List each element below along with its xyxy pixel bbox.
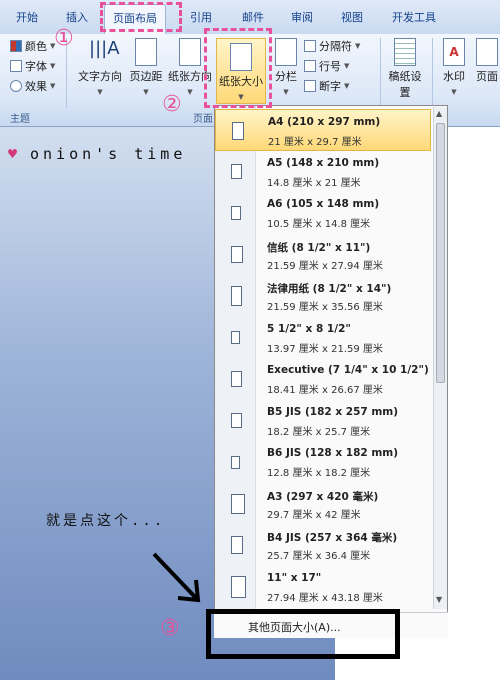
page-size-icon [231,536,243,554]
paper-size-name: 信纸 (8 1/2" x 11") [267,241,371,254]
page-size-icon [231,371,242,387]
effects-icon [10,80,22,92]
highlight-size-button [204,28,272,108]
paper-size-name: 5 1/2" x 8 1/2" [267,322,351,335]
page-size-icon [231,246,243,263]
step-two-mark: ② [162,92,182,117]
paper-size-name: A4 (210 x 297 mm) [268,116,381,128]
orientation-icon [179,38,201,66]
paper-size-name: B6 JIS (128 x 182 mm) [267,447,399,459]
paper-size-name: B5 JIS (182 x 257 mm) [267,405,399,418]
line-numbers-icon [304,60,316,72]
paper-size-dimensions: 13.97 厘米 x 21.59 厘米 [267,343,383,355]
hyphenation-button[interactable]: 断字 ▼ [304,78,349,94]
text-direction-button[interactable]: |||A 文字方向 ▼ [76,38,124,97]
margins-button[interactable]: 页边距 ▼ [128,38,164,97]
colors-icon [10,40,22,52]
text-direction-icon: |||A [89,38,120,59]
tab-insert[interactable]: 插入 [66,9,88,25]
arrow-icon [152,552,201,603]
tab-view[interactable]: 视图 [341,9,363,25]
paper-size-item[interactable]: A6 (105 x 148 mm) 10.5 厘米 x 14.8 厘米 [215,192,431,234]
paper-size-item[interactable]: 11" x 17" 27.94 厘米 x 43.18 厘米 [215,566,431,608]
hyphenation-icon [304,80,316,92]
breaks-button[interactable]: 分隔符 ▼ [304,38,360,54]
line-numbers-button[interactable]: 行号 ▼ [304,58,349,74]
theme-colors-button[interactable]: 颜色 ▼ [10,38,55,54]
tab-references[interactable]: 引用 [190,9,212,25]
paper-size-item[interactable]: B6 JIS (128 x 182 mm) 12.8 厘米 x 18.2 厘米 [215,441,431,483]
paper-size-dimensions: 12.8 厘米 x 18.2 厘米 [267,468,371,479]
paper-size-name: Executive (7 1/4" x 10 1/2") [267,364,429,376]
page-color-button[interactable]: 页面 [474,38,500,84]
manuscript-settings-button[interactable]: 稿纸设置 [388,38,422,100]
page-size-icon [232,122,244,140]
paper-size-dimensions: 18.2 厘米 x 25.7 厘米 [267,426,371,438]
theme-group-label: 主题 [10,114,30,125]
watermark-button[interactable]: A 水印 ▼ [440,38,468,97]
paper-size-dimensions: 10.5 厘米 x 14.8 厘米 [267,219,371,230]
paper-size-dimensions: 25.7 厘米 x 36.4 厘米 [267,551,371,562]
paper-size-dimensions: 21.59 厘米 x 27.94 厘米 [267,260,383,272]
highlight-tab [100,2,182,32]
paper-size-dimensions: 14.8 厘米 x 21 厘米 [267,177,361,189]
paper-size-item[interactable]: B5 JIS (182 x 257 mm) 18.2 厘米 x 25.7 厘米 [215,400,431,442]
paper-size-name: A3 (297 x 420 毫米) [267,490,379,503]
page-size-icon [231,286,242,306]
paper-size-item[interactable]: A4 (210 x 297 mm) 21 厘米 x 29.7 厘米 [215,109,431,151]
paper-size-name: A6 (105 x 148 mm) [267,198,380,210]
page-size-icon [231,164,242,179]
page-setup-group-label: 页面 [193,114,213,125]
paper-size-item[interactable]: 5 1/2" x 8 1/2" 13.97 厘米 x 21.59 厘米 [215,317,431,359]
hint-text: 就是点这个... [46,513,166,529]
page-size-icon [231,493,245,514]
paper-size-dimensions: 21.59 厘米 x 35.56 厘米 [267,302,383,313]
paper-size-name: 法律用纸 (8 1/2" x 14") [267,283,392,295]
page-color-icon [476,38,498,66]
page-size-icon [231,575,246,598]
paper-size-item[interactable]: Executive (7 1/4" x 10 1/2") 18.41 厘米 x 2… [215,358,431,400]
paper-size-dimensions: 29.7 厘米 x 42 厘米 [267,509,361,521]
paper-size-item[interactable]: A3 (297 x 420 毫米) 29.7 厘米 x 42 厘米 [215,483,431,525]
page-size-icon [231,413,242,428]
menu-scrollbar[interactable]: ▲ ▼ [433,107,447,609]
tab-review[interactable]: 审阅 [291,9,313,25]
columns-icon [275,38,297,66]
margins-icon [135,38,157,66]
paper-size-name: A5 (148 x 210 mm) [267,156,380,169]
paper-size-item[interactable]: A5 (148 x 210 mm) 14.8 厘米 x 21 厘米 [215,151,431,193]
paper-size-item[interactable]: 信纸 (8 1/2" x 11") 21.59 厘米 x 27.94 厘米 [215,234,431,276]
brand-text: onion's time [30,145,187,163]
paper-size-dimensions: 18.41 厘米 x 26.67 厘米 [267,385,383,396]
theme-fonts-button[interactable]: 字体 ▼ [10,58,55,74]
scroll-up-icon[interactable]: ▲ [436,109,442,118]
paper-size-name: B4 JIS (257 x 364 毫米) [267,532,398,544]
theme-effects-button[interactable]: 效果 ▼ [10,78,55,94]
watermark-icon: A [443,38,465,66]
paper-size-dimensions: 27.94 厘米 x 43.18 厘米 [267,592,383,604]
step-three-mark: ③ [160,616,180,641]
columns-button[interactable]: 分栏 ▼ [272,38,300,97]
page-size-icon [231,331,240,344]
paper-size-name: 11" x 17" [267,571,322,584]
step-one-mark: ① [54,26,74,51]
breaks-icon [304,40,316,52]
page-size-icon [231,206,241,220]
paper-size-dimensions: 21 厘米 x 29.7 厘米 [268,137,362,148]
scroll-thumb[interactable] [436,123,445,383]
page-size-icon [231,455,240,469]
heart-icon: ♥ [8,145,20,163]
fonts-icon [10,60,22,72]
paper-size-item[interactable]: 法律用纸 (8 1/2" x 14") 21.59 厘米 x 35.56 厘米 [215,275,431,317]
highlight-more-sizes [206,609,400,659]
tab-developer[interactable]: 开发工具 [392,9,436,25]
tab-home[interactable]: 开始 [16,9,38,25]
paper-size-item[interactable]: B4 JIS (257 x 364 毫米) 25.7 厘米 x 36.4 厘米 [215,524,431,566]
manuscript-icon [394,38,416,66]
tab-mailings[interactable]: 邮件 [242,9,264,25]
scroll-down-icon[interactable]: ▼ [436,595,442,604]
